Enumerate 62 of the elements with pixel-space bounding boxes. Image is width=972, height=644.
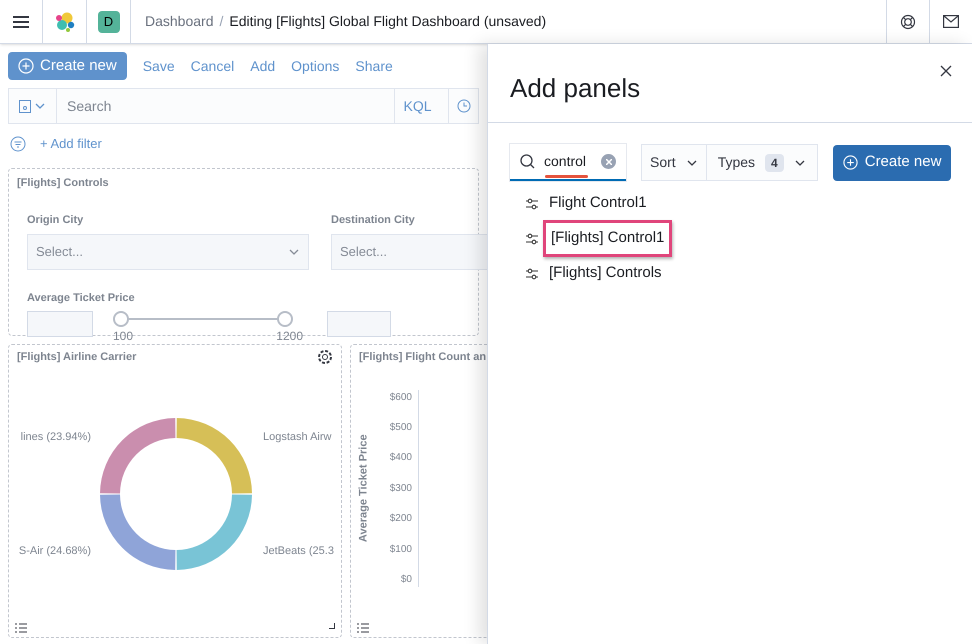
field-label: Origin City <box>27 212 84 228</box>
result-item[interactable]: Flight Control1 <box>549 192 647 215</box>
plus-circle-icon <box>842 155 858 170</box>
slice-label: JetBeats (25.3 <box>263 544 334 559</box>
create-new-button[interactable]: Create new <box>8 52 127 80</box>
axis-tick-label: $300 <box>390 482 412 496</box>
field-label: Destination City <box>331 212 415 228</box>
count-badge: 4 <box>765 154 784 172</box>
result-item[interactable]: [Flights] Controls <box>549 262 662 285</box>
avatar[interactable]: D <box>98 10 120 32</box>
menu-icon[interactable] <box>13 14 29 28</box>
select-field[interactable]: Select... <box>27 234 309 270</box>
panel-title: [Flights] Controls <box>17 176 109 191</box>
panel-title: [Flights] Airline Carrier <box>17 350 136 365</box>
sliders-icon <box>525 232 539 244</box>
axis-tick-label: $100 <box>390 542 412 557</box>
axis-tick-label: $600 <box>390 390 412 404</box>
range-slider[interactable] <box>113 310 293 326</box>
settings-icon[interactable] <box>317 349 333 366</box>
axis-tick-label: $500 <box>390 420 412 435</box>
axis-tick-label: $400 <box>390 451 412 466</box>
axis-title: Average Ticket Price <box>356 434 371 542</box>
breadcrumb-separator: / <box>220 12 224 31</box>
sliders-icon <box>525 268 539 280</box>
sort-button[interactable]: Sort <box>642 145 707 180</box>
slice-label: Logstash Airw <box>263 430 332 446</box>
range-min: 100 <box>113 328 134 344</box>
toolbar-link[interactable]: Add <box>250 56 276 76</box>
slice-label: S-Air (24.68%) <box>18 544 91 559</box>
breadcrumb: Editing [Flights] Global Flight Dashboard (unsaved) <box>229 12 546 31</box>
close-icon[interactable] <box>940 65 952 77</box>
breadcrumb[interactable]: Dashboard <box>145 11 214 32</box>
filter-icon[interactable] <box>10 136 26 152</box>
plus-circle-icon <box>18 58 34 74</box>
logo-icon[interactable] <box>54 10 76 32</box>
help-icon[interactable] <box>900 14 916 30</box>
result-item[interactable]: [Flights] Control1 <box>543 220 672 257</box>
toolbar-link[interactable]: Cancel <box>190 56 234 76</box>
axis-tick-label: $200 <box>390 512 412 526</box>
search-icon <box>520 154 535 169</box>
types-button[interactable]: Types 4 <box>706 145 817 180</box>
resize-handle-icon[interactable] <box>329 623 335 629</box>
legend-icon[interactable] <box>15 623 27 633</box>
mail-icon[interactable] <box>943 15 959 28</box>
range-max: 1200 <box>276 328 303 344</box>
panel-title: [Flights] Flight Count an <box>358 350 487 365</box>
select-field[interactable]: Select... <box>331 234 487 270</box>
field-label: Average Ticket Price <box>27 291 135 306</box>
flyout-title: Add panels <box>510 72 640 105</box>
clear-icon <box>606 158 612 164</box>
max-input[interactable] <box>327 310 391 336</box>
add-filter-link[interactable]: + Add filter <box>40 134 102 154</box>
create-new-button[interactable]: Create new <box>832 144 952 180</box>
clear-button[interactable] <box>601 154 616 169</box>
axis-tick-label: $0 <box>400 572 412 587</box>
toolbar-link[interactable]: Options <box>291 56 340 76</box>
slice-label: lines (23.94%) <box>20 430 91 446</box>
min-input[interactable] <box>27 310 93 336</box>
legend-icon[interactable] <box>357 623 369 633</box>
sliders-icon <box>525 198 539 210</box>
toolbar-link[interactable]: Save <box>142 56 175 76</box>
toolbar-link[interactable]: Share <box>355 56 393 76</box>
